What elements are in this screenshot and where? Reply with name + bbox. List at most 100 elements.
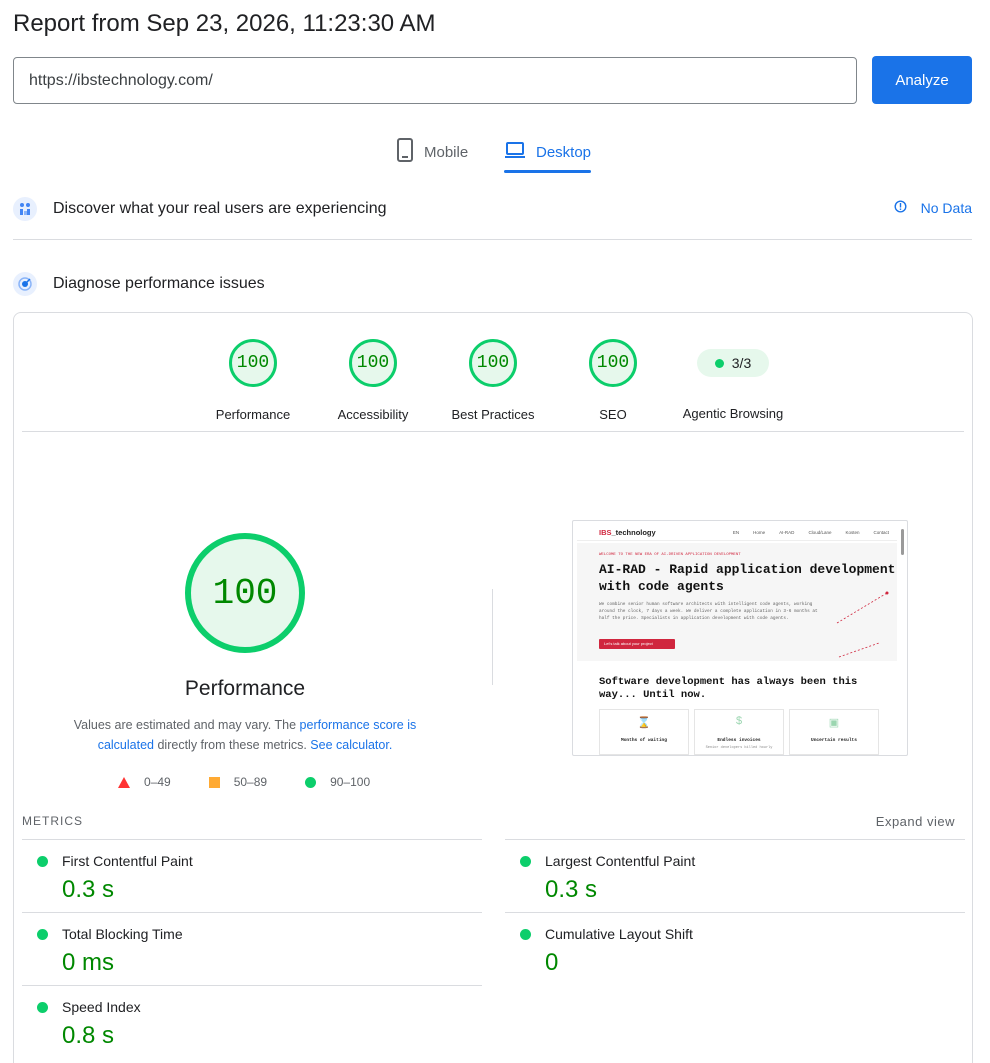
metric-cls: Cumulative Layout Shift 0 <box>505 912 965 985</box>
chart-icon: ▣ <box>828 718 840 730</box>
description-text: directly from these metrics. <box>154 738 311 752</box>
metric-label: Total Blocking Time <box>62 926 183 942</box>
pass-dot-icon <box>37 1002 48 1013</box>
screenshot-scrollbar <box>901 529 904 555</box>
legend-fail: 0–49 <box>118 775 171 789</box>
pass-dot-icon <box>520 929 531 940</box>
gauge-label: Agentic Browsing <box>682 406 784 421</box>
agentic-score-pill: 3/3 <box>697 349 769 377</box>
screenshot-nav-links: EN Home AI-RAD Cloud/Lane Kosten Contact <box>733 530 897 535</box>
screenshot-card: ⌛ Months of waiting <box>599 709 689 755</box>
gauge-label: Performance <box>215 407 291 422</box>
gauge-label: Best Practices <box>451 407 535 422</box>
logo-part: _technology <box>611 528 656 537</box>
pass-dot-icon <box>37 929 48 940</box>
laptop-icon <box>504 141 526 163</box>
screenshot-hero: WELCOME TO THE NEW ERA OF AI-DRIVEN APPL… <box>577 543 897 661</box>
screenshot-body: We combine senior human software archite… <box>599 602 818 621</box>
diagnose-title: Diagnose performance issues <box>53 275 265 292</box>
tab-desktop[interactable]: Desktop <box>504 133 592 173</box>
score-legend: 0–49 50–89 90–100 <box>118 775 370 789</box>
report-title: Report from Sep 23, 2026, 11:23:30 AM <box>13 10 436 37</box>
gauge-best-practices[interactable]: 100 Best Practices <box>433 339 553 422</box>
screenshot-card: ▣ Uncertain results <box>789 709 879 755</box>
metric-value: 0.3 s <box>545 876 598 903</box>
metric-value: 0 <box>545 949 559 976</box>
metric-tbt: Total Blocking Time 0 ms <box>22 912 482 985</box>
info-icon <box>894 200 907 216</box>
section-divider <box>13 239 972 240</box>
agentic-score: 3/3 <box>731 355 752 371</box>
gauge-score: 100 <box>349 339 397 387</box>
gauge-accessibility[interactable]: 100 Accessibility <box>313 339 433 422</box>
card-title: Endless invoices <box>717 738 761 743</box>
legend-average: 50–89 <box>208 775 268 789</box>
performance-big-gauge: 100 <box>185 533 305 653</box>
url-input[interactable] <box>13 57 857 104</box>
discover-section: Discover what your real users are experi… <box>13 196 972 222</box>
gauge-performance[interactable]: 100 Performance <box>193 339 313 422</box>
nav-link: Home <box>753 530 766 535</box>
gauges-divider <box>22 431 964 432</box>
discover-title: Discover what your real users are experi… <box>53 200 387 217</box>
average-square-icon <box>208 776 220 788</box>
performance-description: Values are estimated and may vary. The p… <box>54 715 436 755</box>
pass-circle-icon <box>305 776 317 788</box>
legend-fail-label: 0–49 <box>144 775 171 789</box>
metric-lcp: Largest Contentful Paint 0.3 s <box>505 839 965 912</box>
card-title: Months of waiting <box>621 738 667 743</box>
no-data-link[interactable]: No Data <box>894 200 972 216</box>
screenshot-heading: Software development has always been thi… <box>599 676 858 701</box>
gauge-agentic-browsing[interactable]: 3/3 Agentic Browsing <box>673 339 793 421</box>
metric-label: First Contentful Paint <box>62 853 193 869</box>
metric-label: Cumulative Layout Shift <box>545 926 693 942</box>
gauge-score: 100 <box>469 339 517 387</box>
metric-label: Speed Index <box>62 999 141 1015</box>
legend-pass: 90–100 <box>305 775 370 789</box>
tab-mobile[interactable]: Mobile <box>396 133 468 171</box>
nav-link: EN <box>732 530 740 535</box>
performance-big-label: Performance <box>184 677 306 700</box>
metric-value: 0 ms <box>62 949 115 976</box>
final-screenshot[interactable]: IBS_technology EN Home AI-RAD Cloud/Lane… <box>572 520 908 756</box>
tab-desktop-label: Desktop <box>536 143 592 161</box>
screenshot-headline: AI-RAD - Rapid application development w… <box>599 562 896 594</box>
pass-dot-icon <box>37 856 48 867</box>
see-calculator-link[interactable]: See calculator. <box>310 738 392 752</box>
metric-si: Speed Index 0.8 s <box>22 985 482 1058</box>
card-title: Uncertain results <box>811 738 857 743</box>
legend-pass-label: 90–100 <box>330 775 371 789</box>
tab-mobile-label: Mobile <box>424 143 469 161</box>
nav-link: Contact <box>873 530 889 535</box>
expand-view-toggle[interactable]: Expand view <box>876 814 955 829</box>
diagnose-icon <box>13 272 37 296</box>
screenshot-cta: Let's talk about your project <box>599 639 675 649</box>
gauge-seo[interactable]: 100 SEO <box>553 339 673 422</box>
dollar-icon: $ <box>735 716 743 728</box>
card-subtitle: Senior developers billed hourly <box>705 746 773 750</box>
screenshot-kicker: WELCOME TO THE NEW ERA OF AI-DRIVEN APPL… <box>599 553 741 557</box>
gauge-label: Accessibility <box>337 407 409 422</box>
hourglass-icon: ⌛ <box>637 718 651 730</box>
logo-part: IBS <box>599 528 612 537</box>
metric-value: 0.8 s <box>62 1022 115 1049</box>
pass-dot-icon <box>520 856 531 867</box>
fail-triangle-icon <box>118 776 130 788</box>
nav-link: AI-RAD <box>779 530 795 535</box>
lighthouse-report-card: 100 Performance 100 Accessibility 100 Be… <box>13 312 973 1063</box>
metric-value: 0.3 s <box>62 876 115 903</box>
gauge-score: 100 <box>589 339 637 387</box>
metric-fcp: First Contentful Paint 0.3 s <box>22 839 482 912</box>
screenshot-cards: ⌛ Months of waiting $ Endless invoices Seni… <box>599 709 879 755</box>
no-data-label: No Data <box>920 200 972 216</box>
screenshot-nav: IBS_technology EN Home AI-RAD Cloud/Lane… <box>577 525 897 541</box>
gauge-label: SEO <box>599 407 627 422</box>
diagnose-section: Diagnose performance issues <box>13 271 972 297</box>
nav-link: Kosten <box>845 530 860 535</box>
metrics-heading: METRICS <box>22 814 83 828</box>
description-text: Values are estimated and may vary. The <box>73 718 300 732</box>
pass-dot-icon <box>714 358 724 368</box>
legend-average-label: 50–89 <box>233 775 268 789</box>
nav-link: Cloud/Lane <box>808 530 832 535</box>
analyze-button[interactable]: Analyze <box>872 56 972 104</box>
